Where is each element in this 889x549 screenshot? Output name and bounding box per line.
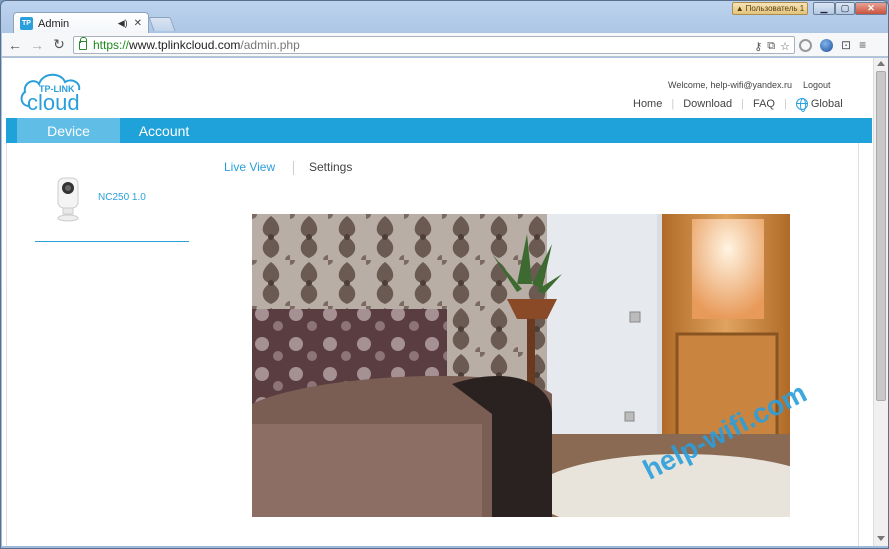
url-path: /admin.php xyxy=(240,38,300,52)
welcome-text: Welcome, help-wifi@yandex.ru xyxy=(668,80,793,90)
global-link[interactable]: Global xyxy=(811,98,843,110)
link-separator: | xyxy=(671,98,675,110)
browser-window: TP Admin ◀) ✕ ▲ Пользователь 1 ▁ ▢ ✕ ← →… xyxy=(0,0,889,549)
main-nav: Device Account xyxy=(6,118,872,143)
home-link[interactable]: Home xyxy=(633,98,662,110)
link-separator: | xyxy=(741,98,744,110)
device-selected-underline xyxy=(35,241,189,242)
scroll-down-arrow-icon[interactable] xyxy=(877,536,885,541)
link-separator: | xyxy=(784,98,787,110)
user-profile-badge[interactable]: ▲ Пользователь 1 xyxy=(732,2,808,15)
globe-icon xyxy=(795,98,808,112)
content-border xyxy=(6,143,7,546)
live-camera-feed[interactable] xyxy=(252,214,790,517)
faq-link[interactable]: FAQ xyxy=(753,98,775,110)
forward-arrow-icon[interactable]: → xyxy=(28,36,46,54)
new-tab-button[interactable] xyxy=(148,17,176,31)
url-scheme: https:// xyxy=(93,38,130,52)
nav-tab-account[interactable]: Account xyxy=(120,118,208,143)
logout-link[interactable]: Logout xyxy=(803,80,831,90)
page-viewport: TP-LINK cloud Welcome, help-wifi@yandex.… xyxy=(2,58,873,546)
lock-icon xyxy=(79,36,87,50)
warning-icon: ▲ xyxy=(735,4,744,13)
device-name-link[interactable]: NC250 1.0 xyxy=(98,192,146,203)
tab-live-view[interactable]: Live View xyxy=(224,160,275,174)
vertical-scrollbar[interactable] xyxy=(873,58,888,546)
close-window-button[interactable]: ✕ xyxy=(855,2,887,15)
tab-separator xyxy=(293,161,294,175)
tab-title: Admin xyxy=(38,17,70,30)
speaker-icon[interactable]: ◀) xyxy=(118,18,128,29)
minimize-button[interactable]: ▁ xyxy=(813,2,835,15)
top-links: Home | Download | FAQ | Global xyxy=(633,98,843,112)
tab-settings[interactable]: Settings xyxy=(309,160,352,174)
tab-strip: TP Admin ◀) ✕ ▲ Пользователь 1 ▁ ▢ ✕ xyxy=(1,1,888,34)
address-bar[interactable]: https://www.tplinkcloud.com/admin.php ⚷ … xyxy=(73,36,795,54)
back-arrow-icon[interactable]: ← xyxy=(6,36,24,54)
close-tab-icon[interactable]: ✕ xyxy=(134,18,142,29)
key-icon[interactable]: ⚷ xyxy=(754,40,762,53)
reload-icon[interactable]: ↻ xyxy=(50,36,68,54)
user-profile-name: Пользователь 1 xyxy=(745,4,805,13)
tplink-cloud-logo[interactable]: TP-LINK cloud xyxy=(19,68,103,112)
maximize-button[interactable]: ▢ xyxy=(835,2,855,15)
tplink-favicon-icon: TP xyxy=(20,17,33,30)
globe-extension-icon[interactable] xyxy=(820,38,833,52)
menu-icon[interactable]: ≡ xyxy=(859,38,866,52)
cast-icon[interactable]: ⊡ xyxy=(841,38,851,52)
scroll-thumb[interactable] xyxy=(876,71,886,401)
logo-main-text: cloud xyxy=(27,90,80,112)
extension-icon[interactable] xyxy=(799,38,812,52)
translate-icon[interactable]: ⧉ xyxy=(767,40,775,53)
bookmark-star-icon[interactable]: ☆ xyxy=(780,40,790,53)
browser-tab[interactable]: TP Admin ◀) ✕ xyxy=(13,12,149,34)
content-border xyxy=(858,143,859,546)
url-host: www.tplinkcloud.com xyxy=(129,38,241,52)
download-link[interactable]: Download xyxy=(683,98,732,110)
nav-tab-device[interactable]: Device xyxy=(17,118,120,143)
scroll-up-arrow-icon[interactable] xyxy=(877,61,885,66)
camera-device-icon[interactable] xyxy=(55,176,81,222)
browser-toolbar: ← → ↻ https://www.tplinkcloud.com/admin.… xyxy=(2,33,888,57)
